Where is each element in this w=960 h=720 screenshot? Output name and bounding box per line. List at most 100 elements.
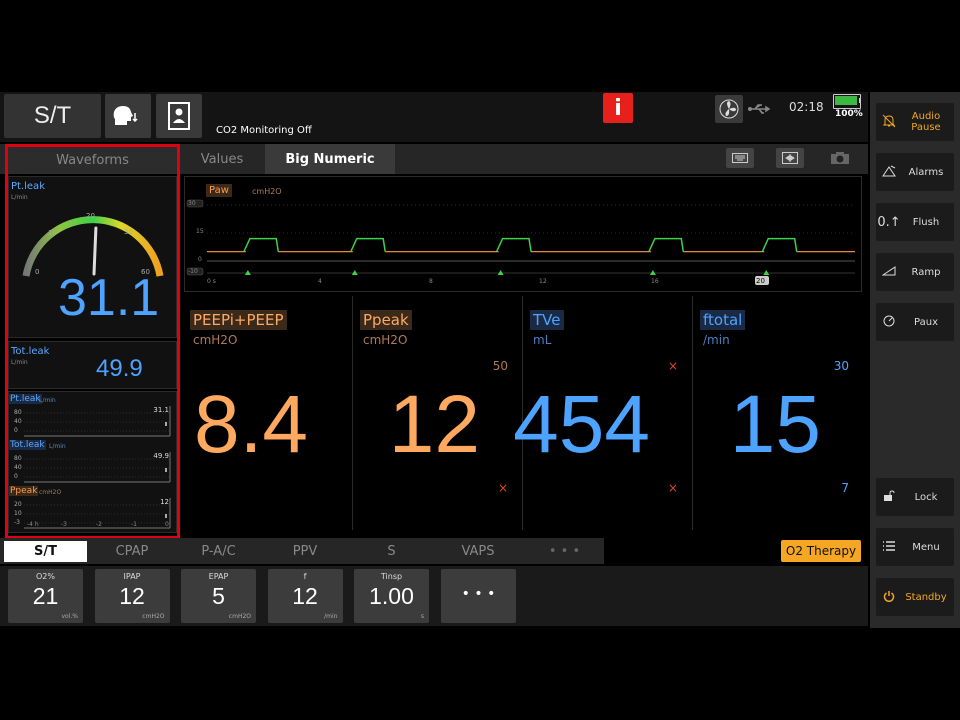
- trend-xtick-0: 0: [165, 521, 169, 528]
- mode-tab-ppv[interactable]: PPV: [264, 541, 347, 562]
- gauge-tick-20: 20: [86, 212, 95, 220]
- alarm-info-icon[interactable]: i: [603, 93, 633, 123]
- tot-leak-unit: L/min: [11, 359, 28, 366]
- param-o2[interactable]: O2% 21 vol.%: [8, 569, 83, 623]
- paw-ytick-neg10: -10: [188, 268, 198, 275]
- trend-pt-leak: Pt.leak L/min 80 40 0 31.1: [8, 392, 177, 438]
- param-value: 5: [212, 583, 225, 609]
- paw-xtick-12: 12: [539, 278, 547, 285]
- co2-status-text: CO2 Monitoring Off: [216, 125, 312, 136]
- audio-pause-button[interactable]: Audio Pause: [876, 103, 954, 141]
- paw-xtick-4: 4: [318, 278, 322, 285]
- alarms-icon: [876, 165, 902, 180]
- mode-tab-st[interactable]: S/T: [4, 541, 87, 562]
- tab-waveforms[interactable]: Waveforms: [8, 147, 177, 174]
- tot-leak-label: Tot.leak: [11, 346, 50, 357]
- param-f[interactable]: f 12/min: [267, 569, 343, 623]
- tile-high-limit: 50: [492, 359, 508, 373]
- battery-fill: [835, 96, 857, 105]
- trend-xtick-2: -2: [96, 521, 102, 528]
- paw-waveform: [184, 176, 862, 292]
- battery-percent: 100%: [835, 109, 863, 119]
- paw-unit: cmH2O: [252, 187, 282, 196]
- mode-button[interactable]: S/T: [4, 94, 101, 138]
- tile-unit: /min: [703, 333, 730, 347]
- paw-ytick-30: 30: [188, 200, 196, 207]
- param-label: O2%: [36, 572, 55, 581]
- patient-info-button[interactable]: [156, 94, 202, 138]
- param-value: 21: [32, 583, 59, 609]
- paw-ytick-15: 15: [196, 228, 204, 235]
- patient-head-button[interactable]: [105, 94, 151, 138]
- o2-therapy-button[interactable]: O2 Therapy: [781, 540, 861, 562]
- trend-xtick-3: -3: [61, 521, 67, 528]
- freeze-button[interactable]: [776, 148, 804, 168]
- trend-xtick-1: -1: [131, 521, 137, 528]
- tile-low-limit: ×: [497, 481, 508, 495]
- tab-values[interactable]: Values: [180, 144, 264, 174]
- param-value: 1.00: [369, 583, 414, 609]
- mode-tab-pac[interactable]: P-A/C: [177, 541, 260, 562]
- paw-xtick-16: 16: [651, 278, 659, 285]
- paux-gauge-icon: [876, 315, 902, 330]
- more-params-button[interactable]: • • •: [441, 569, 516, 623]
- ramp-icon: [876, 265, 902, 279]
- paux-button[interactable]: Paux: [876, 303, 954, 341]
- trend-axes: [24, 452, 171, 483]
- ramp-button[interactable]: Ramp: [876, 253, 954, 291]
- trend-axes: [24, 406, 171, 437]
- tile-label: Ppeak: [360, 310, 412, 330]
- param-epap[interactable]: EPAP 5 cmH2O: [181, 569, 256, 623]
- param-label: f: [303, 572, 307, 581]
- param-label: EPAP: [208, 572, 229, 581]
- tile-label: ftotal: [700, 310, 746, 330]
- param-label: IPAP: [123, 572, 141, 581]
- trend-tot-leak: Tot.leak L/min 80 40 0 49.9: [8, 438, 177, 484]
- patient-card-icon: [168, 102, 190, 130]
- param-label: Tinsp: [380, 572, 403, 581]
- tile-value: 454: [513, 379, 650, 470]
- tile-label: PEEPi+PEEP: [190, 310, 287, 330]
- mode-tab-vaps[interactable]: VAPS: [437, 541, 520, 562]
- tab-big-numeric[interactable]: Big Numeric: [265, 144, 395, 174]
- lock-icon: [876, 489, 902, 505]
- param-unit: vol.%: [61, 613, 79, 620]
- paw-xtick-0: 0 s: [207, 278, 216, 285]
- keyboard-icon: [732, 153, 748, 163]
- lock-button[interactable]: Lock: [876, 478, 954, 516]
- alarms-button[interactable]: Alarms: [876, 153, 954, 191]
- param-unit: cmH2O: [142, 613, 165, 620]
- tile-high-limit: ×: [667, 359, 678, 373]
- freeze-icon: [782, 152, 798, 164]
- tot-leak-value: 49.9: [96, 355, 143, 382]
- flush-button[interactable]: 0.↑ Flush: [876, 203, 954, 241]
- pt-leak-value: 31.1: [58, 269, 160, 327]
- camera-icon: [831, 152, 849, 164]
- param-unit: cmH2O: [228, 613, 251, 620]
- usb-status: [746, 95, 774, 123]
- fan-button[interactable]: [715, 95, 743, 123]
- tile-value: 15: [729, 379, 821, 470]
- standby-button[interactable]: Standby: [876, 578, 954, 616]
- menu-icon: [876, 540, 902, 554]
- mode-tab-cpap[interactable]: CPAP: [91, 541, 174, 562]
- numeric-tile-tve: TVe mL × × 454: [513, 296, 693, 530]
- tile-low-limit: ×: [667, 481, 678, 495]
- keyboard-button[interactable]: [726, 148, 754, 168]
- flush-icon: 0.↑: [877, 214, 901, 230]
- tile-unit: cmH2O: [193, 333, 238, 347]
- screenshot-button[interactable]: [826, 148, 854, 168]
- mode-tab-more[interactable]: • • •: [523, 541, 606, 562]
- trend-xtick-4h: -4 h: [27, 521, 39, 528]
- audio-pause-icon: [876, 114, 902, 131]
- gauge-tick-30: 30: [124, 228, 133, 236]
- numeric-tile-peepi-peep: PEEPi+PEEP cmH2O 8.4: [184, 296, 353, 530]
- paw-ytick-0: 0: [198, 256, 202, 263]
- paw-label: Paw: [206, 184, 232, 197]
- param-tinsp[interactable]: Tinsp 1.00 s: [354, 569, 429, 623]
- paw-xtick-20: 20: [756, 277, 765, 285]
- param-ipap[interactable]: IPAP 12 cmH2O: [94, 569, 170, 623]
- mode-tab-s[interactable]: S: [350, 541, 433, 562]
- menu-button[interactable]: Menu: [876, 528, 954, 566]
- gauge-tick-0: 0: [35, 268, 40, 276]
